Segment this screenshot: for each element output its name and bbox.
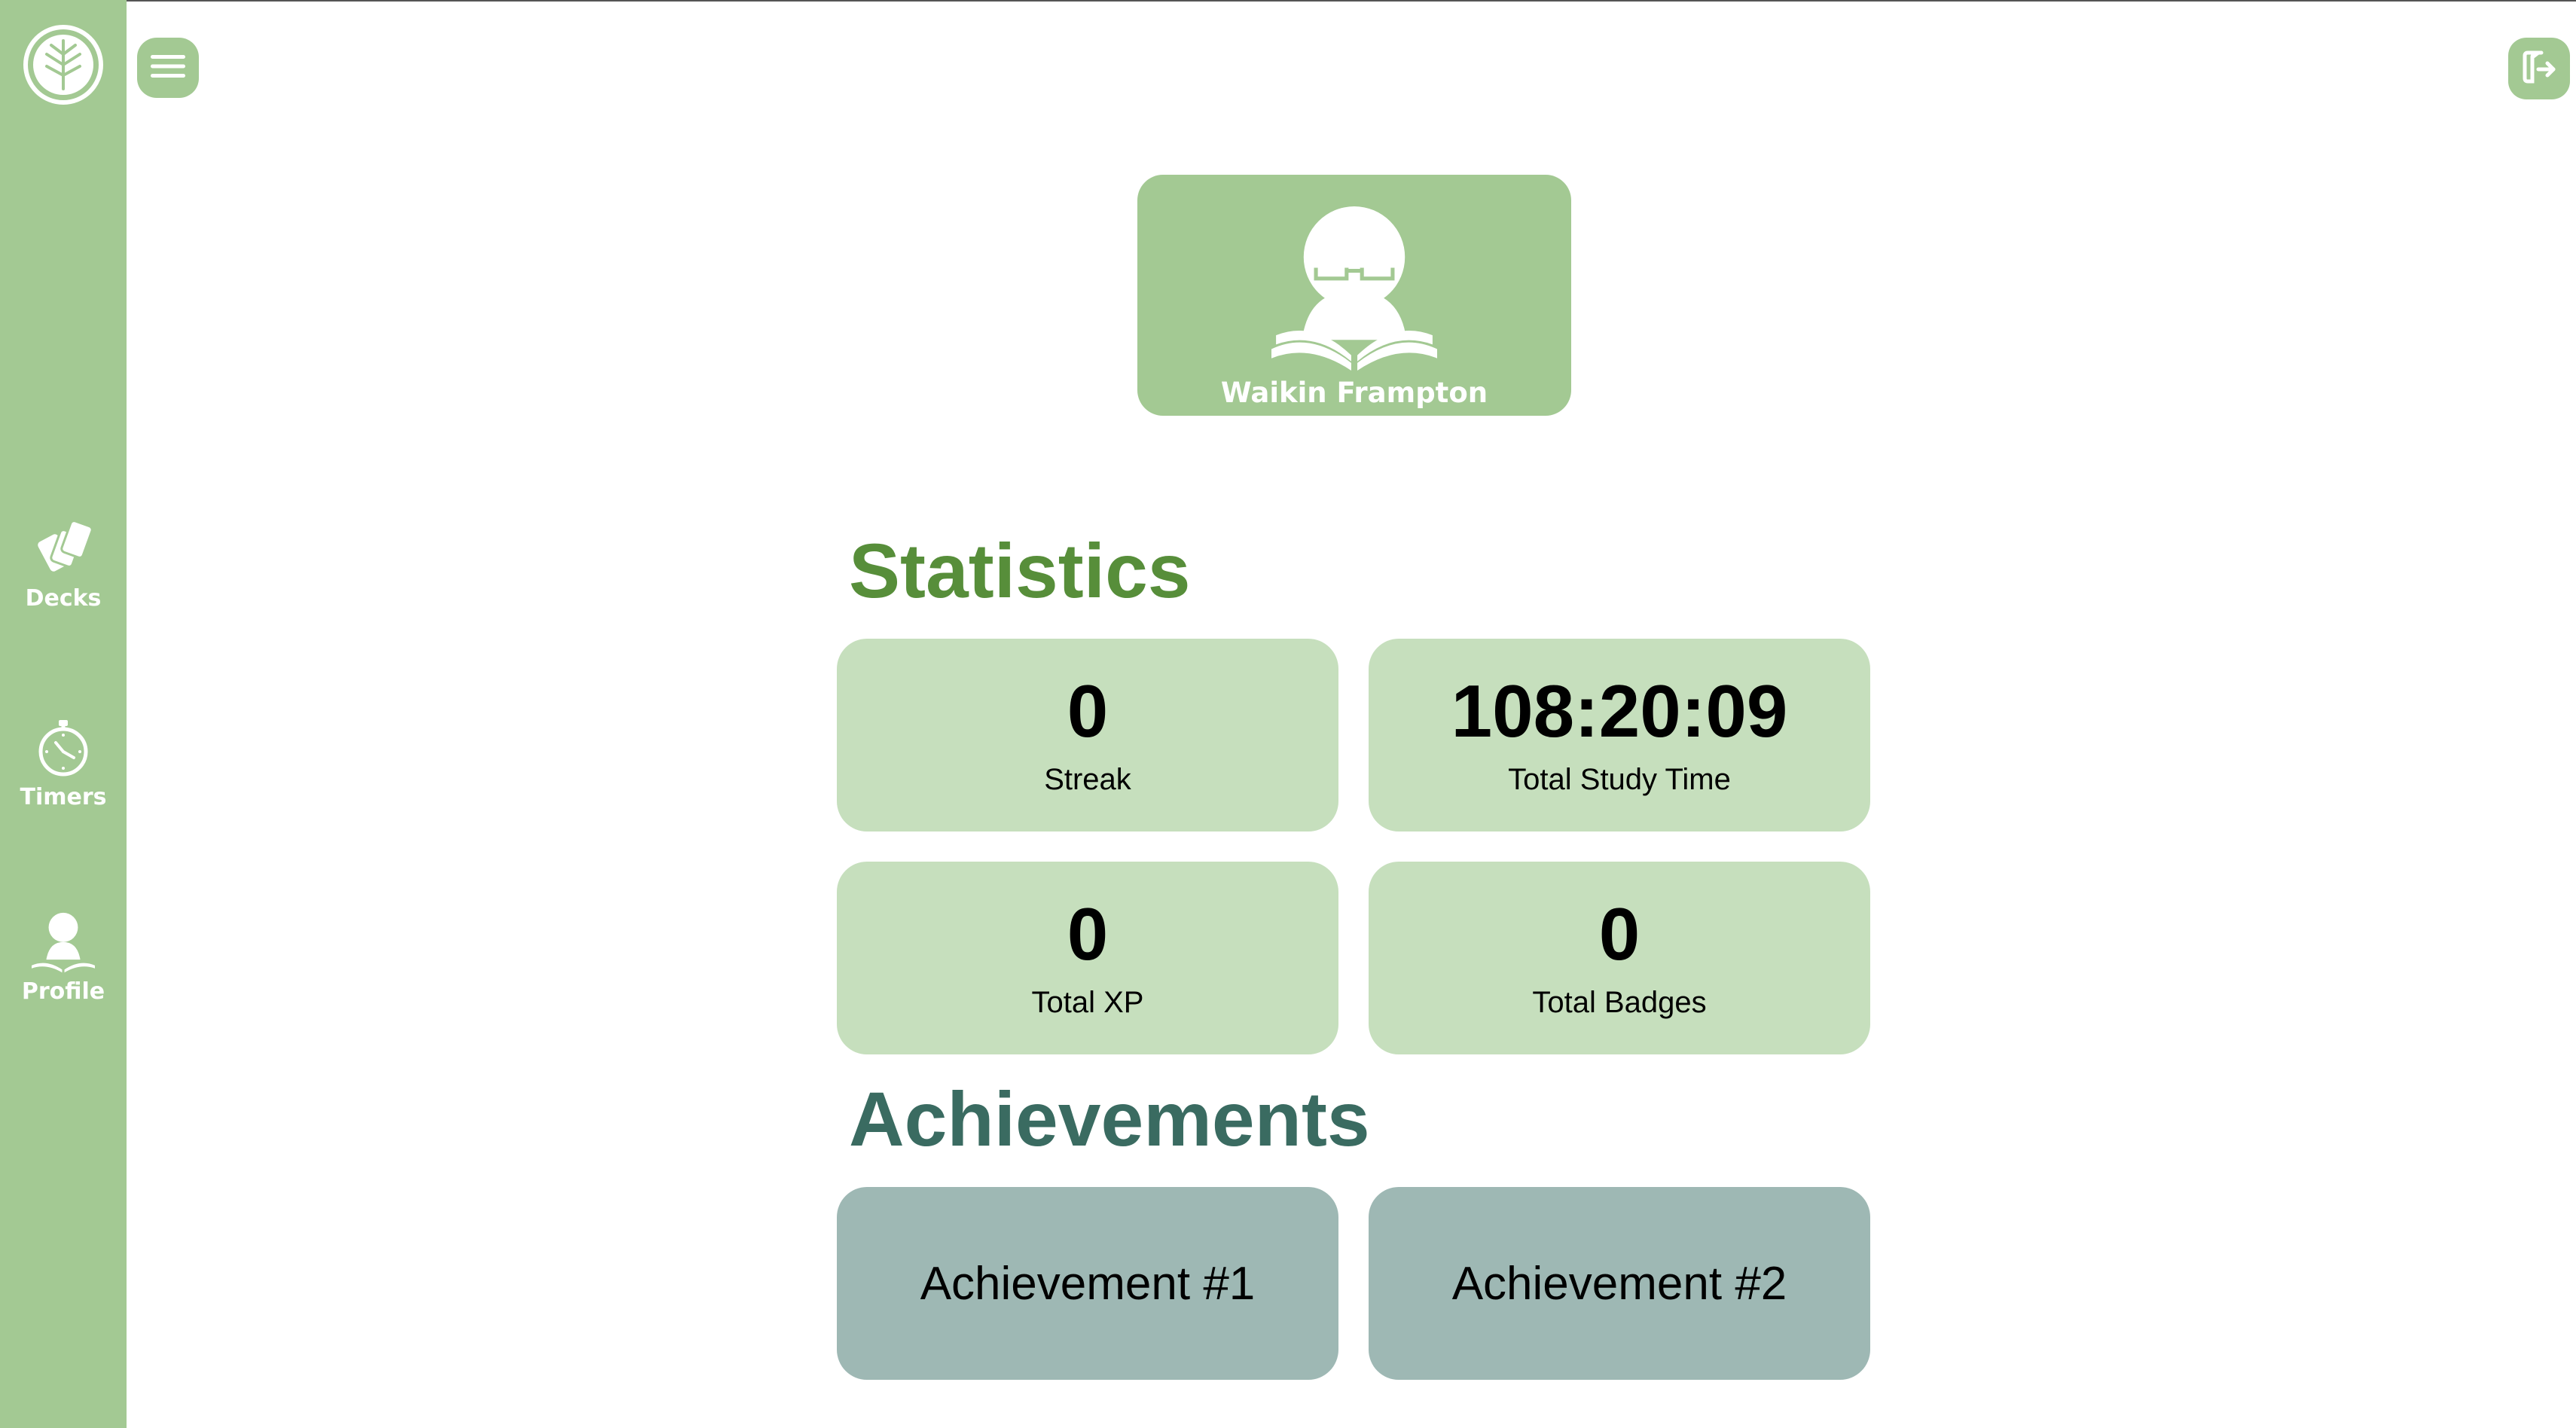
hamburger-menu-icon	[151, 53, 185, 83]
reader-avatar-icon	[1271, 206, 1437, 371]
sidebar: Decks Timers Profile	[0, 0, 127, 1428]
menu-button[interactable]	[137, 38, 199, 98]
achievement-label: Achievement #1	[920, 1257, 1256, 1310]
stat-label: Total Badges	[1532, 985, 1707, 1019]
stat-label: Total Study Time	[1508, 762, 1731, 796]
stat-card-streak: 0 Streak	[837, 639, 1338, 831]
stopwatch-icon	[33, 716, 93, 783]
sidebar-item-label: Timers	[20, 784, 107, 810]
stat-label: Total XP	[1031, 985, 1144, 1019]
statistics-heading: Statistics	[849, 528, 1191, 614]
top-border	[0, 0, 2576, 2]
achievement-card-1[interactable]: Achievement #1	[837, 1187, 1338, 1380]
achievements-heading: Achievements	[849, 1076, 1370, 1162]
cards-icon	[29, 520, 97, 584]
stat-value: 0	[1067, 892, 1109, 975]
sidebar-item-label: Decks	[25, 585, 102, 612]
reader-icon	[32, 910, 95, 977]
profile-card: Waikin Frampton	[1137, 175, 1571, 416]
logout-icon	[2522, 50, 2556, 88]
stat-value: 0	[1598, 892, 1641, 975]
achievement-label: Achievement #2	[1451, 1257, 1787, 1310]
sidebar-item-profile[interactable]: Profile	[0, 910, 127, 1005]
profile-name: Waikin Frampton	[1220, 377, 1488, 409]
logout-button[interactable]	[2508, 38, 2570, 99]
sidebar-item-timers[interactable]: Timers	[0, 716, 127, 810]
sidebar-item-label: Profile	[21, 978, 105, 1005]
stat-card-total-badges: 0 Total Badges	[1369, 862, 1870, 1054]
stat-label: Streak	[1044, 762, 1131, 796]
achievement-card-2[interactable]: Achievement #2	[1369, 1187, 1870, 1380]
sidebar-item-decks[interactable]: Decks	[0, 520, 127, 612]
stat-value: 108:20:09	[1451, 669, 1788, 752]
tree-logo-icon[interactable]	[23, 24, 104, 105]
stat-card-total-xp: 0 Total XP	[837, 862, 1338, 1054]
stat-card-total-study-time: 108:20:09 Total Study Time	[1369, 639, 1870, 831]
stat-value: 0	[1067, 669, 1109, 752]
